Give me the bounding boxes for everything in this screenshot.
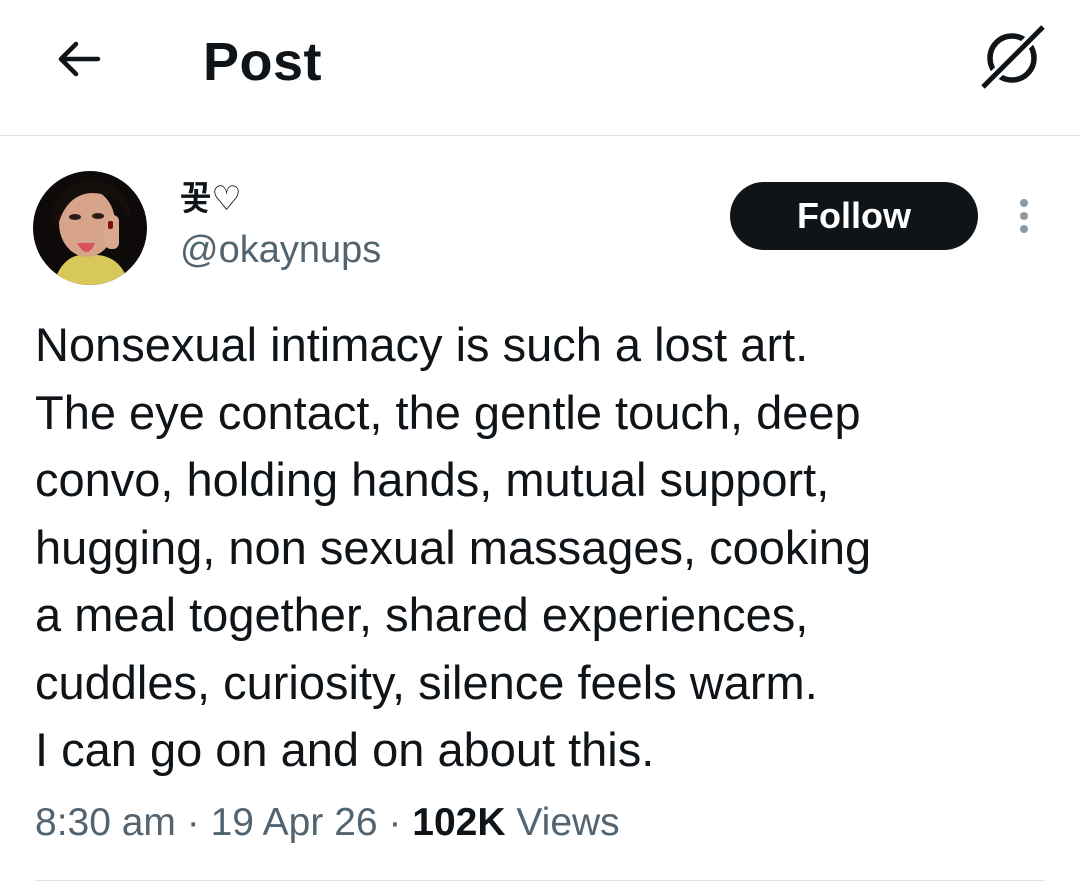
top-bar: Post — [0, 0, 1080, 136]
post-meta: 8:30 am · 19 Apr 26 · 102K Views — [35, 796, 620, 850]
views-count: 102K — [412, 801, 506, 844]
page-title: Post — [203, 32, 323, 92]
follow-button[interactable]: Follow — [730, 182, 978, 250]
divider — [35, 880, 1045, 881]
meta-separator: · — [388, 801, 402, 844]
arrow-left-icon — [58, 41, 101, 77]
grok-icon — [979, 23, 1047, 91]
meta-separator: · — [186, 801, 200, 844]
more-vertical-icon-dot — [1020, 212, 1028, 220]
avatar-photo — [33, 171, 147, 285]
author-display-name[interactable]: 꽃♡ — [180, 178, 242, 220]
back-button[interactable] — [46, 26, 112, 92]
more-vertical-icon — [1020, 199, 1028, 207]
more-options-button[interactable] — [1006, 190, 1042, 242]
avatar[interactable] — [33, 171, 147, 285]
post-time[interactable]: 8:30 am — [35, 801, 176, 844]
post-text: Nonsexual intimacy is such a lost art. T… — [35, 318, 872, 776]
author-handle[interactable]: @okaynups — [180, 228, 381, 272]
post-date[interactable]: 19 Apr 26 — [211, 801, 378, 844]
views-label: Views — [516, 801, 620, 844]
more-vertical-icon-dot — [1020, 225, 1028, 233]
grok-button[interactable] — [976, 22, 1048, 94]
